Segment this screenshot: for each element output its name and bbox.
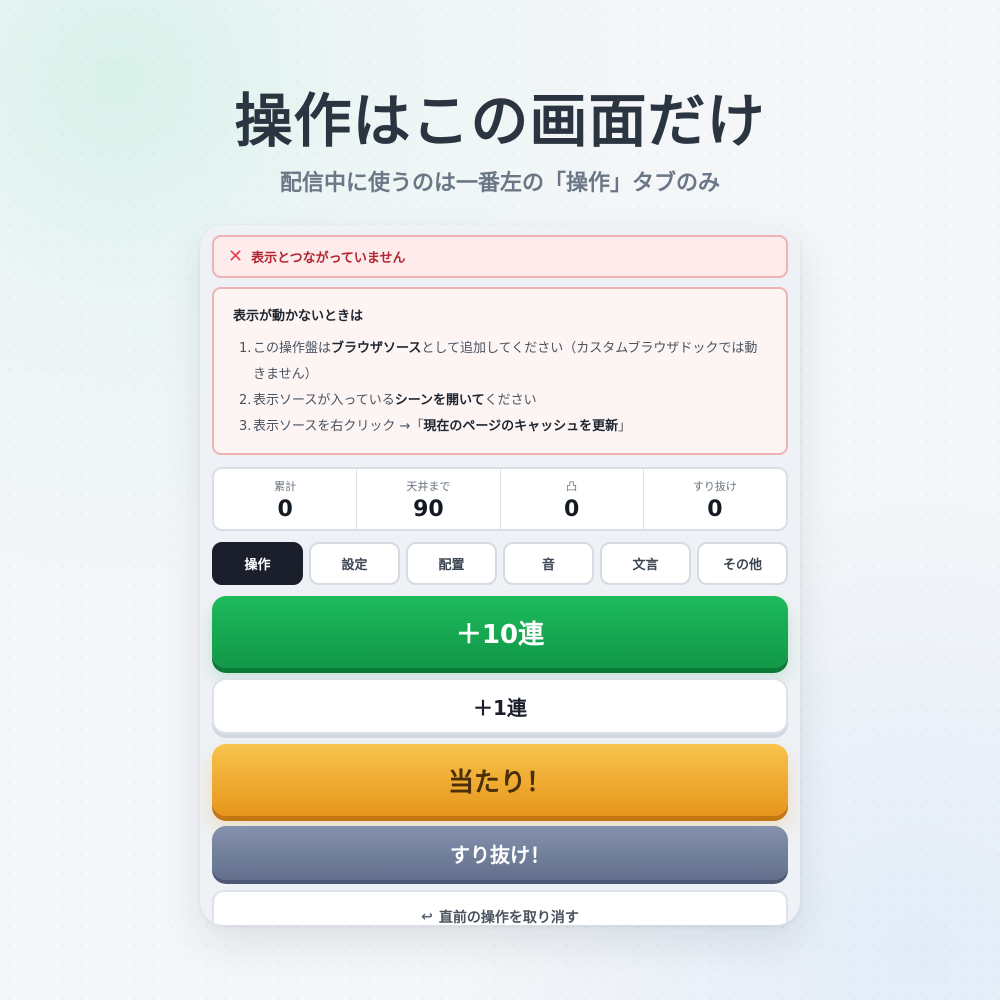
tab-layout[interactable]: 配置 bbox=[406, 542, 497, 585]
help-box: 表示が動かないときは 1. この操作盤はブラウザソースとして追加してください（カ… bbox=[212, 287, 788, 455]
stat-label: 累計 bbox=[274, 480, 297, 493]
stat-value: 0 bbox=[707, 497, 723, 522]
help-item: 1. この操作盤はブラウザソースとして追加してください（カスタムブラウザドックで… bbox=[233, 336, 768, 388]
tab-operation[interactable]: 操作 bbox=[212, 542, 303, 585]
help-item-number: 1. bbox=[239, 341, 252, 356]
help-list: 1. この操作盤はブラウザソースとして追加してください（カスタムブラウザドックで… bbox=[233, 336, 768, 440]
close-icon: ✕ bbox=[228, 245, 244, 267]
stat-label: 天井まで bbox=[406, 480, 451, 493]
hit-button[interactable]: 当たり！ bbox=[212, 744, 788, 816]
alert-text: 表示とつながっていません bbox=[251, 251, 406, 266]
help-item-text: この操作盤は bbox=[253, 341, 332, 356]
stat-label: 凸 bbox=[566, 480, 578, 493]
help-item-emphasis: シーンを開いて bbox=[394, 393, 485, 408]
lost-5050-button[interactable]: すり抜け！ bbox=[212, 826, 788, 880]
stat-label: すり抜け bbox=[692, 480, 737, 493]
tab-settings[interactable]: 設定 bbox=[309, 542, 400, 585]
stat-value: 0 bbox=[563, 497, 580, 522]
stats-bar: 累計 0 天井まで 90 凸 0 すり抜け 0 bbox=[212, 467, 788, 531]
help-item-text: 表示ソースが入っている bbox=[253, 393, 395, 408]
tab-text[interactable]: 文言 bbox=[600, 542, 691, 585]
undo-arrow-icon: ↩ bbox=[421, 909, 433, 925]
help-item-text: ください bbox=[484, 393, 537, 408]
help-item-text: 表示ソースを右クリック →「 bbox=[253, 419, 424, 434]
undo-label: 直前の操作を取り消す bbox=[438, 910, 579, 925]
stat-lost-5050: すり抜け 0 bbox=[644, 469, 786, 529]
tab-bar: 操作 設定 配置 音 文言 その他 bbox=[212, 542, 788, 585]
undo-button[interactable]: ↩ 直前の操作を取り消す bbox=[212, 890, 788, 925]
stat-total: 累計 0 bbox=[214, 469, 358, 529]
help-item-emphasis: ブラウザソース bbox=[331, 341, 422, 356]
stat-value: 0 bbox=[277, 497, 293, 522]
stat-value: 90 bbox=[413, 497, 444, 522]
help-item-number: 3. bbox=[239, 419, 252, 434]
connection-alert: ✕ 表示とつながっていません bbox=[212, 235, 788, 278]
tab-sound[interactable]: 音 bbox=[503, 542, 594, 585]
help-item: 2. 表示ソースが入っているシーンを開いてください bbox=[233, 388, 768, 414]
page-subtitle: 配信中に使うのは一番左の「操作」タブのみ bbox=[279, 171, 720, 196]
help-item-number: 2. bbox=[239, 393, 252, 408]
control-panel: ✕ 表示とつながっていません 表示が動かないときは 1. この操作盤はブラウザソ… bbox=[200, 225, 800, 925]
add-10-pulls-button[interactable]: ＋10連 bbox=[212, 596, 788, 668]
stat-pity: 天井まで 90 bbox=[357, 469, 501, 529]
page-title: 操作はこの画面だけ bbox=[234, 87, 766, 155]
add-1-pull-button[interactable]: ＋1連 bbox=[212, 678, 788, 734]
help-item: 3. 表示ソースを右クリック →「現在のページのキャッシュを更新」 bbox=[233, 414, 768, 440]
stat-constellation: 凸 0 bbox=[501, 469, 644, 529]
help-item-text: 」 bbox=[618, 419, 632, 434]
tab-other[interactable]: その他 bbox=[697, 542, 788, 585]
help-title: 表示が動かないときは bbox=[233, 309, 364, 324]
help-item-emphasis: 現在のページのキャッシュを更新 bbox=[423, 419, 619, 434]
